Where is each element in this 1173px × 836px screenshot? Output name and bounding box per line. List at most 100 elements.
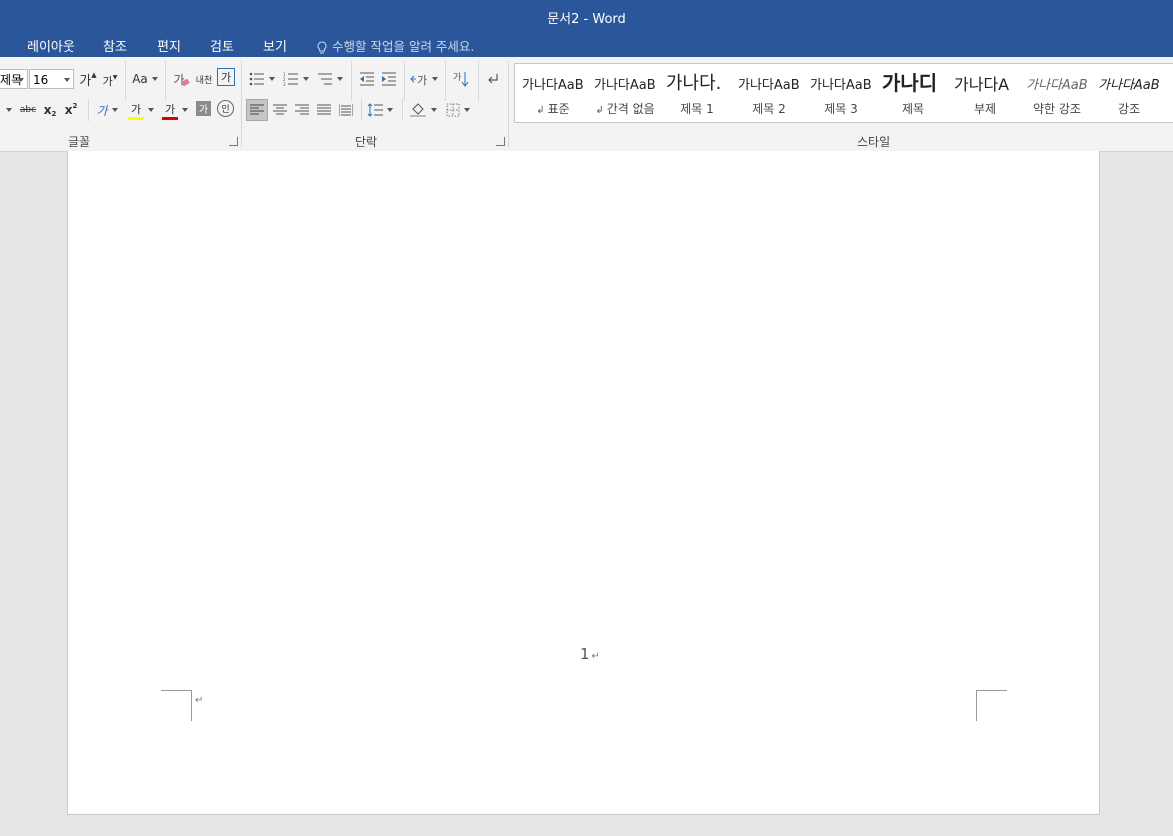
change-case-button[interactable]: Aa [130,68,160,90]
underline-dropdown[interactable] [4,99,14,121]
ribbon-tab-bar: 레이아웃 참조 편지 검토 보기 수행할 작업을 알려 주세요. [0,31,1173,57]
strikethrough-button[interactable]: abc [18,99,38,121]
character-shading-button[interactable]: 가 [196,101,211,116]
style-heading-3-label: 제목 3 [824,102,858,116]
crop-mark-left [161,690,192,721]
paint-bucket-icon [410,103,426,117]
style-normal-preview: 가나다AaB [522,78,584,93]
tab-view[interactable]: 보기 [263,36,287,55]
document-page[interactable]: 1 ↵ ↵ [67,151,1100,815]
shrink-font-button[interactable]: 가 ▼ [102,70,118,92]
align-center-button[interactable] [270,99,290,121]
font-color-button[interactable]: 가 [160,99,190,121]
tab-layout[interactable]: 레이아웃 [27,36,75,55]
style-heading-1[interactable]: 가나다. 제목 1 [661,64,733,122]
style-subtle-emphasis[interactable]: 가나다AaB 약한 강조 [1021,64,1093,122]
style-subtle-emphasis-label: 약한 강조 [1033,102,1081,116]
multilevel-list-icon [318,73,332,85]
style-no-spacing-preview: 가나다AaB [594,78,656,93]
style-emphasis[interactable]: 가나다AaB 강조 [1093,64,1165,122]
style-heading-2[interactable]: 가나다AaB 제목 2 [733,64,805,122]
svg-text:가: 가 [453,72,461,83]
show-hide-marks-button[interactable] [484,68,502,90]
tab-review[interactable]: 검토 [210,36,234,55]
grow-font-button[interactable]: 가 ▲ [79,68,97,90]
asian-layout-icon: 가 [410,74,427,86]
superscript-button[interactable]: x2 [63,99,79,121]
text-effects-button[interactable]: 가 [93,99,121,121]
style-title-label: 제목 [901,102,925,116]
circle-label: 인 [221,105,230,115]
decrease-indent-button[interactable] [357,68,377,90]
line-spacing-button[interactable] [365,99,395,121]
font-size-value: 16 [33,73,49,87]
borders-button[interactable] [443,99,473,121]
highlight-color-button[interactable]: 가 [126,99,156,121]
ribbon: 제목 16 가 ▲ 가 ▼ Aa 가 내천 가 abc x2 x2 가 가 가 가 … [0,57,1173,152]
style-heading-2-label: 제목 2 [752,102,786,116]
page-number-value: 1 [580,645,590,663]
style-heading-2-preview: 가나다AaB [738,78,800,93]
increase-indent-button[interactable] [379,68,399,90]
justify-button[interactable] [314,99,334,121]
tell-me-box[interactable]: 수행할 작업을 알려 주세요. [316,36,474,55]
style-subtle-emphasis-preview: 가나다AaB [1026,78,1088,93]
tab-mailings[interactable]: 편지 [157,36,181,55]
sort-button[interactable]: 가 [451,68,471,90]
multilevel-list-button[interactable] [316,68,344,90]
style-subtitle-preview: 가나다A [954,75,1010,94]
subscript-button[interactable]: x2 [42,99,58,121]
bullets-button[interactable] [248,68,276,90]
align-center-icon [273,104,287,115]
tab-references[interactable]: 참조 [103,36,127,55]
font-name-combo[interactable]: 제목 [0,69,28,89]
style-heading-1-label: 제목 1 [680,102,714,116]
svg-text:3: 3 [283,82,286,86]
style-normal[interactable]: 가나다AaB ↲ 표준 [517,64,589,122]
style-no-spacing[interactable]: 가나다AaB ↲ 간격 없음 [589,64,661,122]
change-case-label: Aa [132,72,148,86]
crop-mark-right [976,690,1007,721]
style-normal-mark: ↲ [536,105,545,116]
font-dialog-launcher[interactable] [229,137,238,146]
clear-formatting-button[interactable]: 가 [171,68,191,90]
align-left-button[interactable] [246,99,268,121]
style-no-spacing-label: 간격 없음 [606,102,655,116]
grow-font-label: 가 [79,73,92,89]
text-effects-label: 가 [96,103,108,118]
align-right-button[interactable] [292,99,312,121]
style-heading-1-preview: 가나다. [666,73,722,94]
window-title: 문서2 - Word [547,12,626,27]
distributed-button[interactable] [336,99,356,121]
font-size-combo[interactable]: 16 [29,69,74,89]
enclose-circle-button[interactable]: 인 [217,100,234,117]
strike-label: abc [19,105,37,115]
asian-layout-button[interactable]: 가 [409,68,439,90]
align-left-icon [250,104,264,115]
paragraph-dialog-launcher[interactable] [496,137,505,146]
decrease-indent-icon [360,72,374,86]
paragraph-group-label: 단락 [355,135,378,149]
return-arrow-icon [488,74,498,84]
shading-button[interactable] [407,99,439,121]
highlight-label: 가 [130,102,142,116]
title-bar: 문서2 - Word [0,0,1173,31]
enclose-characters-button[interactable]: 가 [217,68,235,86]
shading-label: 가 [198,105,209,116]
styles-group-label: 스타일 [857,135,891,149]
font-color-label: 가 [164,102,176,116]
enclose-label: 가 [220,71,232,84]
style-subtitle[interactable]: 가나다A 부제 [949,64,1021,122]
bullets-icon [249,72,264,86]
phonetic-guide-button[interactable]: 내천 [194,68,214,90]
font-group-label: 글꼴 [68,135,91,149]
style-heading-3-preview: 가나다AaB [810,78,872,93]
distributed-icon [339,104,353,116]
style-title[interactable]: 가나디 제목 [877,64,949,122]
style-heading-3[interactable]: 가나다AaB 제목 3 [805,64,877,122]
svg-text:가: 가 [417,74,427,86]
font-color-swatch [162,116,178,120]
tell-me-text: 수행할 작업을 알려 주세요. [332,39,475,54]
numbering-button[interactable]: 123 [282,68,310,90]
shrink-font-label: 가 [102,75,113,88]
